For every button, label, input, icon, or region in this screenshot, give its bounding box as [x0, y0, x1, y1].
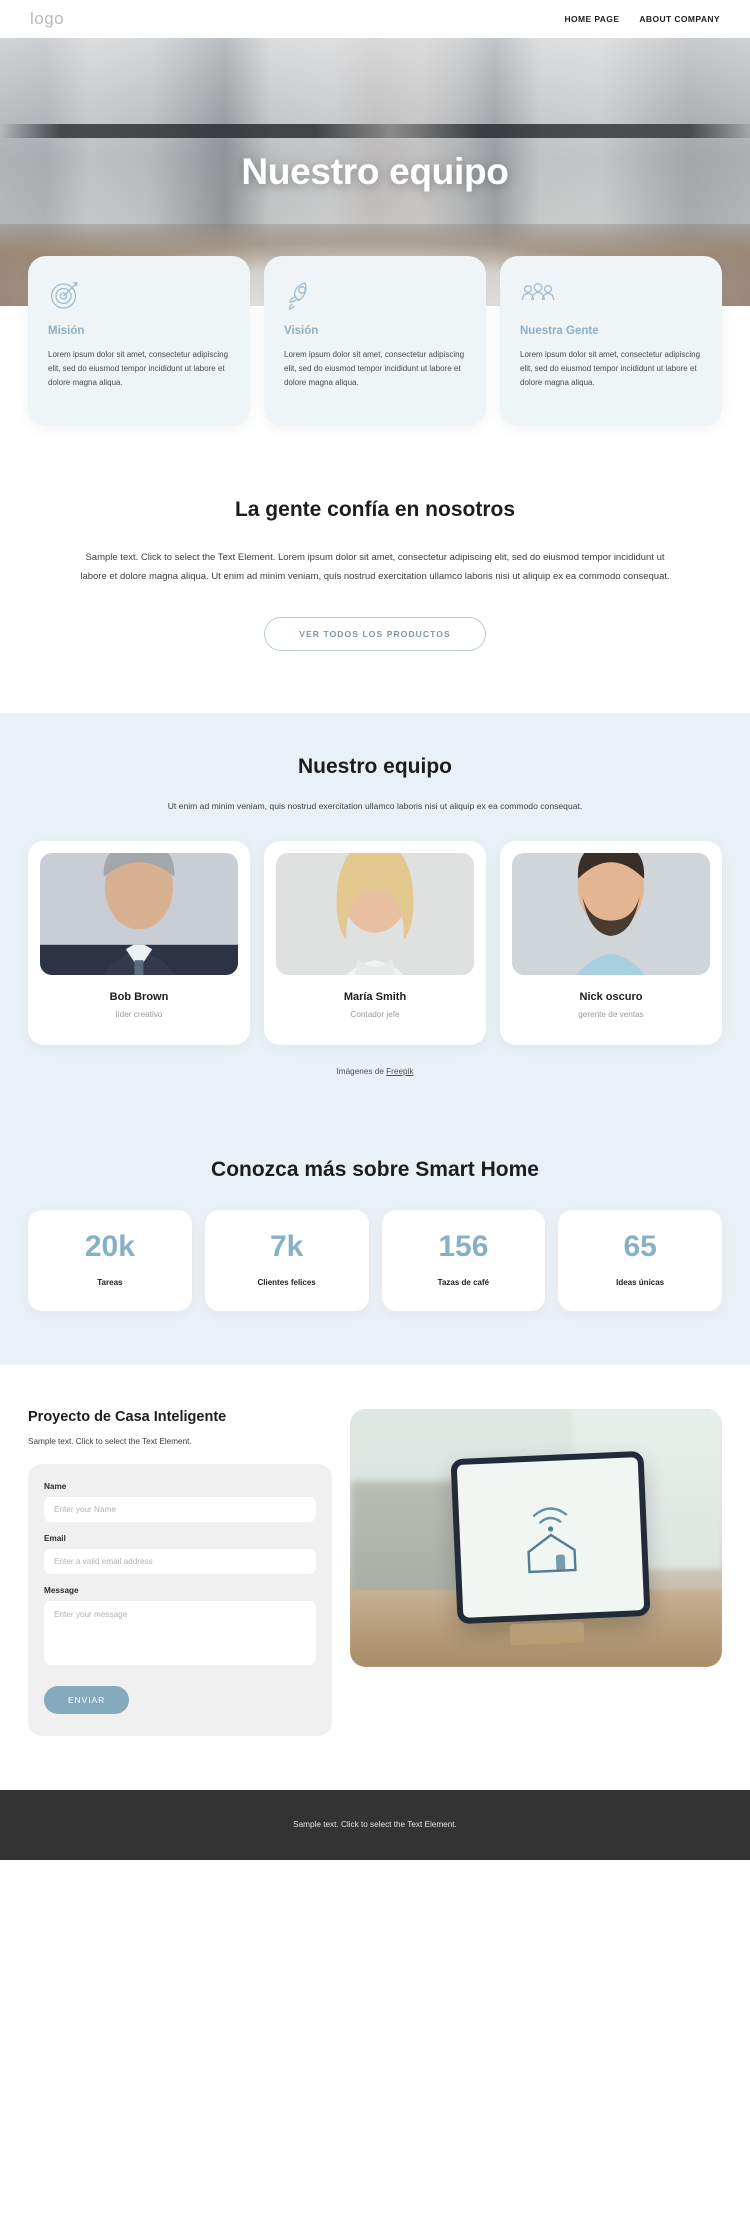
team-member-role: Contador jefe — [350, 1009, 400, 1019]
stat-card: 156 Tazas de café — [381, 1209, 546, 1311]
stat-value: 20k — [84, 1229, 135, 1263]
feature-card-nuestra-gente[interactable]: Nuestra Gente Lorem ipsum dolor sit amet… — [500, 256, 722, 426]
footer-text: Sample text. Click to select the Text El… — [293, 1820, 457, 1830]
avatar — [512, 852, 710, 975]
avatar — [276, 852, 474, 975]
stats-grid: 20k Tareas 7k Clientes felices 156 Tazas… — [0, 1209, 750, 1311]
stat-label: Ideas únicas — [616, 1277, 665, 1287]
target-icon — [48, 278, 230, 312]
team-subtitle: Ut enim ad minim veniam, quis nostrud ex… — [167, 800, 583, 811]
freepik-link[interactable]: Freepik — [386, 1067, 413, 1076]
team-member-card[interactable]: María Smith Contador jefe — [264, 840, 486, 1045]
stat-card: 65 Ideas únicas — [558, 1209, 722, 1311]
stat-value: 65 — [623, 1229, 657, 1263]
team-member-role: gerente de ventas — [578, 1009, 644, 1019]
name-input[interactable] — [44, 1496, 316, 1522]
view-all-products-button[interactable]: VER TODOS LOS PRODUCTOS — [264, 616, 486, 651]
stats-title: Conozca más sobre Smart Home — [211, 1157, 539, 1181]
people-group-icon — [520, 278, 702, 312]
team-member-name: María Smith — [343, 990, 407, 1003]
contact-title: Proyecto de Casa Inteligente — [28, 1408, 227, 1425]
feature-text: Lorem ipsum dolor sit amet, consectetur … — [520, 350, 701, 387]
contact-section: Proyecto de Casa Inteligente Sample text… — [0, 1364, 750, 1790]
site-header: logo HOME PAGE ABOUT COMPANY — [0, 0, 750, 38]
feature-card-mision[interactable]: Misión Lorem ipsum dolor sit amet, conse… — [28, 256, 250, 426]
avatar — [40, 852, 238, 975]
logo[interactable]: logo — [30, 9, 64, 29]
send-button[interactable]: ENVIAR — [44, 1685, 130, 1714]
team-title: Nuestro equipo — [297, 754, 452, 778]
trust-paragraph: Sample text. Click to select the Text El… — [80, 552, 670, 583]
trust-section: La gente confía en nosotros Sample text.… — [0, 484, 750, 713]
contact-subtitle: Sample text. Click to select the Text El… — [28, 1436, 192, 1446]
feature-card-vision[interactable]: Visión Lorem ipsum dolor sit amet, conse… — [264, 256, 486, 426]
feature-title: Misión — [48, 325, 85, 337]
team-grid: Bob Brown líder creativo María Smith Con… — [0, 840, 750, 1045]
email-label: Email — [44, 1533, 66, 1543]
image-credit: Imágenes de Freepik — [0, 1067, 750, 1076]
stat-label: Clientes felices — [257, 1277, 316, 1287]
nav-item-home-page[interactable]: HOME PAGE — [564, 14, 619, 24]
stat-card: 20k Tareas — [28, 1209, 192, 1311]
tablet-device — [450, 1451, 652, 1625]
team-member-name: Nick oscuro — [579, 990, 643, 1003]
feature-cards: Misión Lorem ipsum dolor sit amet, conse… — [0, 256, 750, 484]
stat-label: Tazas de café — [437, 1277, 490, 1287]
tablet-stand — [509, 1621, 585, 1646]
team-section: Nuestro equipo Ut enim ad minim veniam, … — [0, 712, 750, 1122]
stat-card: 7k Clientes felices — [204, 1209, 369, 1311]
team-member-role: líder creativo — [115, 1009, 163, 1019]
feature-text: Lorem ipsum dolor sit amet, consectetur … — [284, 350, 465, 387]
site-footer: Sample text. Click to select the Text El… — [0, 1789, 750, 1860]
stat-value: 7k — [269, 1229, 304, 1263]
smart-home-tablet-photo — [350, 1408, 722, 1667]
contact-left-column: Proyecto de Casa Inteligente Sample text… — [28, 1409, 332, 1736]
feature-text: Lorem ipsum dolor sit amet, consectetur … — [48, 350, 229, 387]
contact-form: Name Email Message ENVIAR — [28, 1463, 332, 1736]
stat-label: Tareas — [97, 1277, 123, 1287]
main-navigation: HOME PAGE ABOUT COMPANY — [564, 14, 720, 24]
message-textarea[interactable] — [44, 1600, 316, 1665]
feature-title: Nuestra Gente — [520, 325, 599, 337]
team-member-card[interactable]: Bob Brown líder creativo — [28, 840, 250, 1045]
rocket-icon — [284, 278, 466, 312]
message-label: Message — [44, 1585, 79, 1595]
nav-item-about-company[interactable]: ABOUT COMPANY — [639, 14, 720, 24]
hero-title: Nuestro equipo — [241, 151, 509, 192]
stat-value: 156 — [438, 1229, 489, 1263]
stats-section: Conozca más sobre Smart Home 20k Tareas … — [0, 1121, 750, 1365]
feature-title: Visión — [284, 325, 319, 337]
email-input[interactable] — [44, 1548, 316, 1574]
trust-title: La gente confía en nosotros — [234, 498, 516, 521]
image-credit-prefix: Imágenes de — [336, 1066, 387, 1076]
team-member-card[interactable]: Nick oscuro gerente de ventas — [500, 840, 722, 1045]
name-label: Name — [44, 1481, 67, 1491]
team-member-name: Bob Brown — [109, 990, 169, 1003]
